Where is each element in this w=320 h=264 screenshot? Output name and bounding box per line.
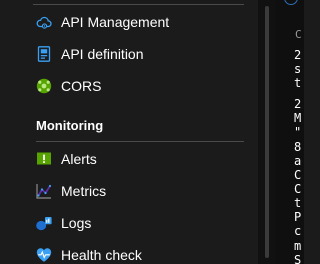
log-line: s	[294, 62, 302, 76]
circle-icon[interactable]	[284, 0, 298, 5]
top-divider	[33, 4, 244, 5]
nav-item-api-definition[interactable]: API definition	[0, 38, 258, 70]
api-doc-icon	[36, 46, 52, 62]
nav-item-label: API definition	[61, 46, 144, 62]
nav-item-alerts[interactable]: Alerts	[0, 143, 258, 175]
nav-item-api-management[interactable]: API Management	[0, 6, 258, 38]
log-line: P	[294, 210, 302, 224]
nav-item-label: Metrics	[61, 183, 107, 199]
log-line: t	[294, 196, 302, 210]
log-line: "	[294, 125, 302, 139]
alert-icon	[36, 151, 52, 167]
log-line: M	[294, 111, 302, 125]
nav-item-label: Alerts	[61, 151, 97, 167]
log-line: a	[294, 154, 302, 168]
log-line: 2	[294, 48, 302, 62]
log-line: m	[294, 239, 302, 253]
nav-item-label: CORS	[61, 78, 102, 94]
nav-item-label: Logs	[61, 215, 92, 231]
section-divider	[36, 141, 244, 142]
nav-item-cors[interactable]: CORS	[0, 70, 258, 102]
heart-pulse-icon	[36, 247, 52, 263]
log-heading: C	[295, 28, 302, 41]
app-window: API Management API definition CORS Monit…	[0, 0, 304, 264]
nav-item-label: Health check	[61, 247, 142, 263]
cors-globe-icon	[36, 78, 52, 94]
nav-item-label: API Management	[61, 14, 170, 30]
log-line: C	[294, 182, 302, 196]
log-output-panel: C 2 s t 2 M " 8 a C Ct Pc m S	[276, 0, 304, 264]
section-header-monitoring: Monitoring	[36, 118, 104, 133]
scrollbar-thumb[interactable]	[265, 6, 269, 258]
logs-icon	[36, 215, 52, 231]
log-line: C	[294, 168, 302, 182]
log-line: t	[294, 76, 302, 90]
nav-item-health-check[interactable]: Health check	[0, 239, 258, 264]
nav-item-metrics[interactable]: Metrics	[0, 175, 258, 207]
cloud-gear-icon	[36, 14, 52, 30]
resource-menu: API Management API definition CORS Monit…	[0, 0, 258, 264]
log-line: 8	[294, 140, 302, 154]
nav-item-logs[interactable]: Logs	[0, 207, 258, 239]
log-line: c	[294, 224, 302, 238]
log-line: S	[294, 253, 302, 264]
log-line: 2	[294, 97, 302, 111]
metrics-chart-icon	[36, 183, 52, 199]
